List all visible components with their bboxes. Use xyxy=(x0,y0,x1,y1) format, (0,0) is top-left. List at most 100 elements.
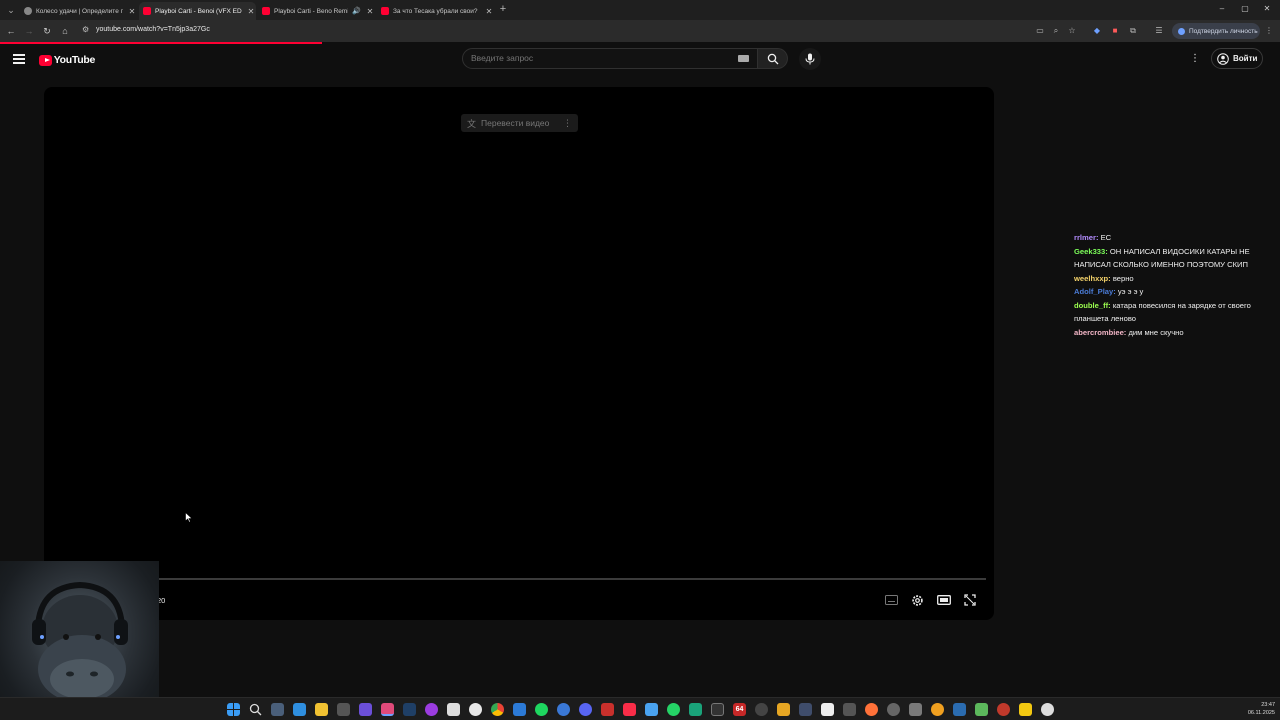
file-explorer-icon[interactable] xyxy=(315,703,328,716)
new-tab-button[interactable]: + xyxy=(497,3,509,15)
browser-toolbar: ← → ↻ ⌂ ⚙ youtube.com/watch?v=Tn5jp3a27G… xyxy=(0,20,1280,42)
sidebar-icon[interactable]: ☰ xyxy=(1153,25,1165,37)
app-green-icon[interactable] xyxy=(689,703,702,716)
chat-message: rrlmer: ЕС xyxy=(1071,231,1278,245)
spotify-icon[interactable] xyxy=(535,703,548,716)
taskbar-clock[interactable]: 23:47 06.11.2025 xyxy=(1235,701,1275,717)
maximize-button[interactable]: ▢ xyxy=(1235,3,1255,15)
microphone-icon xyxy=(805,53,815,65)
chat-message: double_ff: катара повесился на зарядке о… xyxy=(1071,299,1278,326)
translate-more-icon[interactable]: ⋮ xyxy=(563,118,572,129)
chat-message: Adolf_Play: уэ э э у xyxy=(1071,285,1278,299)
windows-start-icon[interactable] xyxy=(227,703,240,716)
whatsapp-icon[interactable] xyxy=(667,703,680,716)
cast-icon[interactable]: ▭ xyxy=(1034,25,1046,37)
app-red-icon[interactable] xyxy=(601,703,614,716)
search-box[interactable] xyxy=(462,48,758,69)
extension-icon[interactable]: ◆ xyxy=(1091,25,1103,37)
translate-icon: 文 xyxy=(467,118,477,129)
translate-video-button[interactable]: 文 Перевести видео ⋮ xyxy=(461,114,578,132)
app-purple-icon[interactable] xyxy=(359,703,372,716)
back-arrow-icon[interactable]: ← xyxy=(4,24,18,38)
chat-message: weelhxxp: верно xyxy=(1071,272,1278,286)
app-blue-icon[interactable] xyxy=(513,703,526,716)
browser-menu-icon[interactable]: ⋮ xyxy=(1263,25,1275,37)
minecraft-icon[interactable] xyxy=(975,703,988,716)
app-light-icon[interactable] xyxy=(1041,703,1054,716)
tab-playboi-carti-remix[interactable]: Playboi Carti - Beno Remix 🔊 ✕ xyxy=(258,2,375,20)
app-lightblue-icon[interactable] xyxy=(645,703,658,716)
browser-taskbar-icon[interactable] xyxy=(381,703,394,716)
firefox-icon[interactable] xyxy=(865,703,878,716)
youtube-logo-text: YouTube xyxy=(53,54,96,66)
extensions-puzzle-icon[interactable]: ⧉ xyxy=(1127,25,1139,37)
app-darkblue-icon[interactable] xyxy=(953,703,966,716)
speaker-icon[interactable]: 🔊 xyxy=(352,7,361,15)
app-crimson-icon[interactable] xyxy=(997,703,1010,716)
tab-playboi-carti-vfx[interactable]: Playboi Carti - Benoi (VFX EDIT) ✕ xyxy=(139,2,256,20)
close-tab-icon[interactable]: ✕ xyxy=(484,7,494,16)
clock-date: 06.11.2025 xyxy=(1247,710,1275,716)
widgets-icon[interactable] xyxy=(293,703,306,716)
search-input[interactable] xyxy=(471,53,726,63)
app-orange-icon[interactable] xyxy=(777,703,790,716)
discord-icon[interactable] xyxy=(579,703,592,716)
app-icon[interactable] xyxy=(337,703,350,716)
verify-identity-button[interactable]: Подтвердить личность xyxy=(1172,23,1260,39)
app-dark-icon[interactable] xyxy=(843,703,856,716)
taskbar-search-icon[interactable] xyxy=(249,703,262,716)
app-yellow-icon[interactable] xyxy=(931,703,944,716)
video-progress-bar[interactable] xyxy=(159,578,986,580)
sign-in-button[interactable]: Войти xyxy=(1211,48,1263,69)
close-tab-icon[interactable]: ✕ xyxy=(246,7,256,16)
fullscreen-icon[interactable] xyxy=(963,593,977,607)
site-info-icon[interactable]: ⚙ xyxy=(82,25,89,34)
close-window-button[interactable]: ✕ xyxy=(1257,3,1277,15)
app-navy-icon[interactable] xyxy=(799,703,812,716)
app-box-icon[interactable] xyxy=(909,703,922,716)
app-badge-icon[interactable]: 64 xyxy=(733,703,746,716)
url-text[interactable]: youtube.com/watch?v=Tn5jp3a27Gc xyxy=(96,26,210,33)
voice-search-button[interactable] xyxy=(799,48,821,70)
address-bar[interactable]: ⚙ youtube.com/watch?v=Tn5jp3a27Gc xyxy=(78,23,1083,39)
tab-tesak[interactable]: За что Тесака убрали свои? ... ✕ xyxy=(377,2,494,20)
youtube-logo[interactable]: YouTube xyxy=(39,53,95,67)
reload-icon[interactable]: ↻ xyxy=(40,24,54,38)
close-tab-icon[interactable]: ✕ xyxy=(365,7,375,16)
close-tab-icon[interactable]: ✕ xyxy=(127,7,137,16)
app-globe-icon[interactable] xyxy=(557,703,570,716)
steam-icon[interactable] xyxy=(403,703,416,716)
app-gray-icon[interactable] xyxy=(755,703,768,716)
chat-username: rrlmer: xyxy=(1074,233,1099,242)
terminal-icon[interactable] xyxy=(711,703,724,716)
task-view-icon[interactable] xyxy=(271,703,284,716)
forward-arrow-icon[interactable]: → xyxy=(22,24,36,38)
chat-text: уэ э э у xyxy=(1115,287,1144,296)
subtitles-icon[interactable] xyxy=(884,593,898,607)
chrome-icon[interactable] xyxy=(491,703,504,716)
tab-search-chevron-icon[interactable]: ⌄ xyxy=(4,3,18,17)
settings-gear-icon[interactable] xyxy=(910,593,924,607)
theater-mode-icon[interactable] xyxy=(937,593,951,607)
more-options-icon[interactable]: ⋮ xyxy=(1189,53,1201,65)
tab-wheel-of-fortune[interactable]: Колесо удачи | Определите п... ✕ xyxy=(20,2,137,20)
search-button[interactable] xyxy=(758,48,788,69)
keyboard-icon[interactable] xyxy=(738,55,749,62)
stream-chat-overlay: rrlmer: ЕС Geek333: ОН НАПИСАЛ ВИДОСИКИ … xyxy=(1071,231,1278,339)
minimize-button[interactable]: – xyxy=(1212,3,1232,15)
chat-username: abercrombiee: xyxy=(1074,327,1127,337)
calendar-icon[interactable] xyxy=(447,703,460,716)
music-icon[interactable] xyxy=(623,703,636,716)
zoom-icon[interactable]: ⌕ xyxy=(1050,25,1062,37)
app-round-icon[interactable] xyxy=(887,703,900,716)
hamburger-menu-icon[interactable] xyxy=(13,54,25,64)
app-white-icon[interactable] xyxy=(821,703,834,716)
extension-red-icon[interactable]: ■ xyxy=(1109,25,1121,37)
video-player[interactable]: 文 Перевести видео ⋮ 20 xyxy=(44,87,994,620)
bookmark-star-icon[interactable]: ☆ xyxy=(1066,25,1078,37)
app-circle-icon[interactable] xyxy=(425,703,438,716)
yandex-icon[interactable] xyxy=(469,703,482,716)
chat-message: Geek333: ОН НАПИСАЛ ВИДОСИКИ КАТАРЫ НЕ Н… xyxy=(1071,245,1278,272)
home-icon[interactable]: ⌂ xyxy=(58,24,72,38)
app-gold-icon[interactable] xyxy=(1019,703,1032,716)
